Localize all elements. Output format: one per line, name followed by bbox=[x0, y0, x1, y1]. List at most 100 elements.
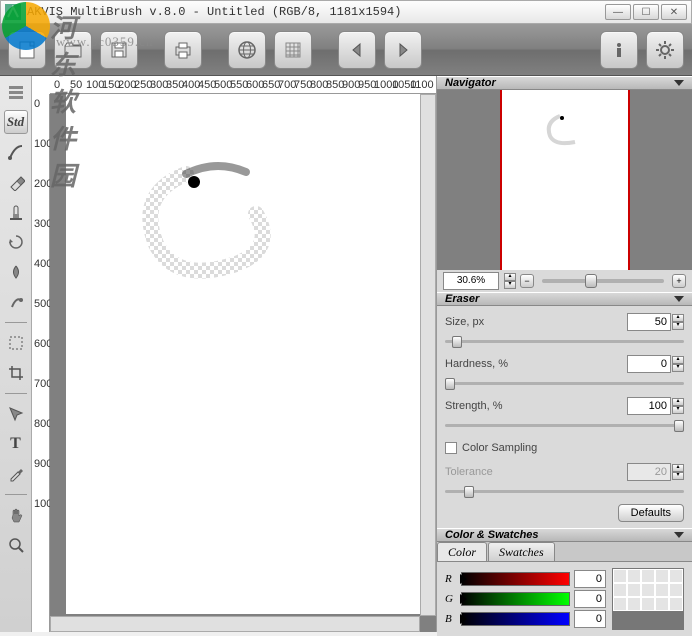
zoom-tool[interactable] bbox=[4, 533, 28, 557]
tolerance-down: ▾ bbox=[672, 472, 684, 480]
brush-tool[interactable] bbox=[4, 140, 28, 164]
colorsampling-label: Color Sampling bbox=[462, 442, 684, 454]
info-button[interactable] bbox=[600, 31, 638, 69]
size-label: Size, px bbox=[445, 316, 627, 328]
hardness-down[interactable]: ▾ bbox=[672, 364, 684, 372]
b-slider[interactable] bbox=[461, 612, 570, 626]
zoom-slider[interactable] bbox=[542, 279, 664, 283]
navigator-title: Navigator bbox=[445, 77, 496, 89]
horizontal-ruler: 0501001502002503003504004505005506006507… bbox=[50, 76, 436, 94]
colorsampling-checkbox[interactable] bbox=[445, 442, 457, 454]
eraser-panel-body: Size, px50▴▾ Hardness, %0▴▾ Strength, %1… bbox=[437, 306, 692, 528]
smudge-tool[interactable] bbox=[4, 290, 28, 314]
eraser-tool[interactable] bbox=[4, 170, 28, 194]
separator bbox=[5, 393, 27, 394]
canvas[interactable] bbox=[66, 94, 426, 614]
swatch-grid[interactable] bbox=[612, 568, 684, 630]
b-label: B bbox=[445, 613, 457, 625]
vertical-scrollbar[interactable] bbox=[420, 94, 436, 616]
colorswatches-panel-header[interactable]: Color & Swatches bbox=[437, 528, 692, 542]
size-input[interactable]: 50 bbox=[627, 313, 671, 331]
horizontal-scrollbar[interactable] bbox=[50, 616, 420, 632]
separator bbox=[5, 322, 27, 323]
crop-tool[interactable] bbox=[4, 361, 28, 385]
zoom-in-button[interactable]: + bbox=[672, 274, 686, 288]
zoom-up[interactable]: ▴ bbox=[504, 273, 516, 281]
strength-slider[interactable] bbox=[445, 420, 684, 432]
zoom-value[interactable]: 30.6% bbox=[443, 272, 499, 290]
strength-input[interactable]: 100 bbox=[627, 397, 671, 415]
size-down[interactable]: ▾ bbox=[672, 322, 684, 330]
app-icon bbox=[5, 4, 21, 20]
history-brush-tool[interactable] bbox=[4, 230, 28, 254]
print-button[interactable] bbox=[164, 31, 202, 69]
r-label: R bbox=[445, 573, 457, 585]
navigator-panel-header[interactable]: Navigator bbox=[437, 76, 692, 90]
hardness-label: Hardness, % bbox=[445, 358, 627, 370]
hardness-slider[interactable] bbox=[445, 378, 684, 390]
tab-swatches[interactable]: Swatches bbox=[488, 542, 555, 561]
colorswatches-title: Color & Swatches bbox=[445, 529, 539, 541]
eyedropper-tool[interactable] bbox=[4, 462, 28, 486]
g-input[interactable]: 0 bbox=[574, 590, 606, 608]
marquee-tool[interactable] bbox=[4, 331, 28, 355]
collapse-icon[interactable] bbox=[674, 80, 684, 86]
g-slider[interactable] bbox=[461, 592, 570, 606]
tolerance-slider bbox=[445, 486, 684, 498]
r-input[interactable]: 0 bbox=[574, 570, 606, 588]
maximize-button[interactable]: ☐ bbox=[633, 4, 659, 20]
titlebar: AKVIS MultiBrush v.8.0 - Untitled (RGB/8… bbox=[0, 0, 692, 24]
presets-button[interactable] bbox=[4, 80, 28, 104]
hardness-input[interactable]: 0 bbox=[627, 355, 671, 373]
stamp-tool[interactable] bbox=[4, 200, 28, 224]
strength-down[interactable]: ▾ bbox=[672, 406, 684, 414]
defaults-button[interactable]: Defaults bbox=[618, 504, 684, 522]
color-panel-body: R 0 G 0 B 0 bbox=[437, 562, 692, 636]
share-button[interactable] bbox=[228, 31, 266, 69]
panels: Navigator 30.6% ▴▾ − + Eraser Size, px50… bbox=[436, 76, 692, 632]
workspace: 0501001502002503003504004505005506006507… bbox=[32, 76, 436, 632]
vertical-ruler: 01002003004005006007008009001000 bbox=[32, 94, 50, 632]
settings-button[interactable] bbox=[646, 31, 684, 69]
tool-dock: Std T bbox=[0, 76, 32, 632]
tolerance-up: ▴ bbox=[672, 464, 684, 472]
separator bbox=[5, 494, 27, 495]
collapse-icon[interactable] bbox=[674, 532, 684, 538]
tolerance-label: Tolerance bbox=[445, 466, 627, 478]
window-title: AKVIS MultiBrush v.8.0 - Untitled (RGB/8… bbox=[27, 5, 603, 19]
main-toolbar bbox=[0, 24, 692, 76]
new-button[interactable] bbox=[8, 31, 46, 69]
brush-stroke bbox=[126, 154, 286, 294]
back-button[interactable] bbox=[338, 31, 376, 69]
tab-color[interactable]: Color bbox=[437, 542, 487, 561]
strength-label: Strength, % bbox=[445, 400, 627, 412]
text-tool[interactable]: T bbox=[4, 432, 28, 456]
strength-up[interactable]: ▴ bbox=[672, 398, 684, 406]
zoom-down[interactable]: ▾ bbox=[504, 281, 516, 289]
collapse-icon[interactable] bbox=[674, 296, 684, 302]
navigator-preview[interactable] bbox=[437, 90, 692, 270]
hand-tool[interactable] bbox=[4, 503, 28, 527]
save-button[interactable] bbox=[100, 31, 138, 69]
forward-button[interactable] bbox=[384, 31, 422, 69]
grid-button[interactable] bbox=[274, 31, 312, 69]
size-up[interactable]: ▴ bbox=[672, 314, 684, 322]
hardness-up[interactable]: ▴ bbox=[672, 356, 684, 364]
minimize-button[interactable]: — bbox=[605, 4, 631, 20]
size-slider[interactable] bbox=[445, 336, 684, 348]
move-tool[interactable] bbox=[4, 402, 28, 426]
eraser-panel-header[interactable]: Eraser bbox=[437, 292, 692, 306]
eraser-title: Eraser bbox=[445, 293, 479, 305]
r-slider[interactable] bbox=[461, 572, 570, 586]
navigator-stroke bbox=[540, 108, 590, 148]
blur-tool[interactable] bbox=[4, 260, 28, 284]
g-label: G bbox=[445, 593, 457, 605]
zoom-out-button[interactable]: − bbox=[520, 274, 534, 288]
tolerance-input: 20 bbox=[627, 463, 671, 481]
canvas-area[interactable] bbox=[50, 94, 436, 632]
open-button[interactable] bbox=[54, 31, 92, 69]
zoom-controls: 30.6% ▴▾ − + bbox=[437, 270, 692, 292]
close-button[interactable]: ✕ bbox=[661, 4, 687, 20]
std-brush-button[interactable]: Std bbox=[4, 110, 28, 134]
b-input[interactable]: 0 bbox=[574, 610, 606, 628]
